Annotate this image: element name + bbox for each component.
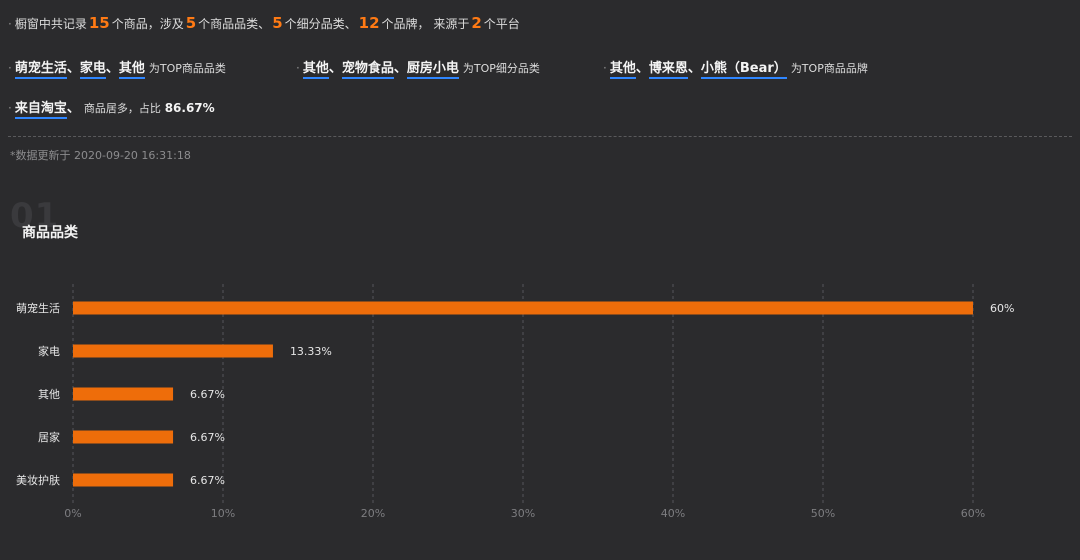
top-brand-tag[interactable]: 其他 bbox=[609, 61, 636, 79]
top-subcategory-tag[interactable]: 宠物食品 bbox=[341, 61, 394, 79]
top-subcategory-tag[interactable]: 厨房小电 bbox=[406, 61, 459, 79]
x-tick-label: 10% bbox=[211, 507, 235, 520]
data-label: 6.67% bbox=[190, 431, 225, 444]
separator: 、 bbox=[66, 101, 80, 116]
category-count: 5 bbox=[185, 14, 197, 32]
category-label: 居家 bbox=[38, 430, 60, 444]
top-subcategories-label: 为TOP细分品类 bbox=[462, 62, 540, 75]
source-platform-tag[interactable]: 来自淘宝 bbox=[14, 101, 67, 119]
bar bbox=[73, 344, 273, 358]
top-category-tag[interactable]: 其他 bbox=[118, 61, 145, 79]
bullet-dot: · bbox=[8, 101, 12, 115]
top-subcategories-group: · 其他、宠物食品、厨房小电 为TOP细分品类 bbox=[296, 57, 540, 79]
data-label: 60% bbox=[990, 302, 1014, 315]
category-label: 家电 bbox=[38, 344, 60, 358]
top-brands-group: · 其他、博来恩、小熊（Bear） 为TOP商品品牌 bbox=[603, 57, 868, 79]
separator: 、 bbox=[393, 61, 407, 76]
bullet-dot: · bbox=[603, 61, 607, 75]
top-categories-label: 为TOP商品品类 bbox=[148, 62, 226, 75]
separator: 、 bbox=[635, 61, 649, 76]
summary-prefix: 橱窗中共记录 bbox=[14, 17, 87, 31]
data-label: 13.33% bbox=[290, 345, 332, 358]
platform-count: 2 bbox=[471, 14, 482, 32]
top-brand-tag[interactable]: 小熊（Bear） bbox=[700, 61, 787, 79]
category-label: 萌宠生活 bbox=[16, 301, 60, 315]
x-tick-label: 0% bbox=[64, 507, 81, 520]
top-category-tag[interactable]: 萌宠生活 bbox=[14, 61, 67, 79]
section-title: 商品品类 bbox=[22, 225, 78, 241]
bullet-dot: · bbox=[8, 17, 12, 31]
bar bbox=[73, 387, 174, 401]
data-label: 6.67% bbox=[190, 474, 225, 487]
goods-count: 15 bbox=[88, 14, 110, 32]
separator: 、 bbox=[328, 61, 342, 76]
summary-text-5: 个平台 bbox=[483, 17, 520, 31]
separator: 、 bbox=[66, 61, 80, 76]
summary-line: · 橱窗中共记录 15 个商品，涉及 5 个商品品类、 5 个细分品类、 12 个品牌， 来源于 2… bbox=[8, 14, 520, 32]
summary-text-3: 个细分品类、 bbox=[284, 17, 357, 31]
bar bbox=[73, 473, 174, 487]
bar bbox=[73, 430, 174, 444]
x-tick-label: 60% bbox=[961, 507, 985, 520]
x-tick-label: 30% bbox=[511, 507, 535, 520]
separator: 、 bbox=[105, 61, 119, 76]
source-line: · 来自淘宝、 商品居多，占比 86.67% bbox=[8, 97, 215, 119]
subcategory-count: 5 bbox=[272, 14, 283, 32]
updated-timestamp: *数据更新于 2020-09-20 16:31:18 bbox=[10, 149, 191, 162]
summary-text-4: 个品牌， 来源于 bbox=[381, 17, 470, 31]
bar bbox=[73, 301, 973, 315]
x-tick-label: 50% bbox=[811, 507, 835, 520]
separator: 、 bbox=[687, 61, 701, 76]
bullet-dot: · bbox=[8, 61, 12, 75]
x-tick-label: 40% bbox=[661, 507, 685, 520]
category-label: 其他 bbox=[38, 388, 60, 401]
top-brand-tag[interactable]: 博来恩 bbox=[648, 61, 688, 79]
top-brands-label: 为TOP商品品牌 bbox=[790, 62, 868, 75]
summary-text-2: 个商品品类、 bbox=[198, 17, 271, 31]
source-text: 商品居多，占比 bbox=[83, 102, 161, 115]
source-share: 86.67% bbox=[164, 101, 215, 115]
bullet-dot: · bbox=[296, 61, 300, 75]
x-tick-label: 20% bbox=[361, 507, 385, 520]
top-categories-group: · 萌宠生活、家电、其他 为TOP商品品类 bbox=[8, 57, 226, 79]
top-category-tag[interactable]: 家电 bbox=[79, 61, 106, 79]
category-bar-chart: 0% 10% 20% 30% 40% 50% 60% 萌宠生活 60% 家电 13.33% 其他 6.6… bbox=[16, 284, 1014, 520]
top-subcategory-tag[interactable]: 其他 bbox=[302, 61, 329, 79]
summary-text-1: 个商品，涉及 bbox=[111, 17, 184, 31]
dashboard-page: · 橱窗中共记录 15 个商品，涉及 5 个商品品类、 5 个细分品类、 12 个品牌， 来源于 2… bbox=[0, 0, 1080, 560]
brand-count: 12 bbox=[358, 14, 380, 32]
dashed-divider bbox=[8, 136, 1072, 137]
category-label: 美妆护肤 bbox=[16, 473, 60, 487]
data-label: 6.67% bbox=[190, 388, 225, 401]
